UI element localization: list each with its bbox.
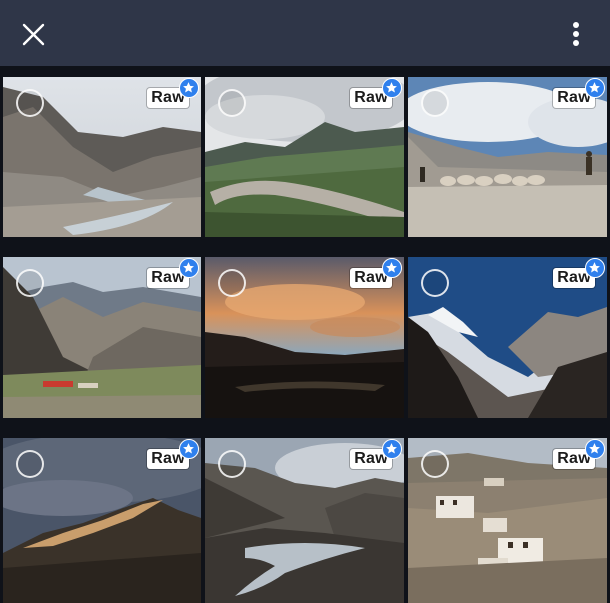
- photo-tile[interactable]: Raw: [408, 257, 607, 418]
- favorite-star-icon: [179, 78, 199, 98]
- select-circle[interactable]: [218, 269, 246, 297]
- favorite-star-icon: [382, 439, 402, 459]
- photo-gallery-screen: Raw Raw Raw Raw Raw Raw Raw Raw Raw: [0, 0, 610, 603]
- photo-tile[interactable]: Raw: [408, 77, 607, 237]
- select-circle[interactable]: [218, 450, 246, 478]
- select-circle[interactable]: [16, 269, 44, 297]
- close-icon: [22, 23, 45, 46]
- photo-tile[interactable]: Raw: [205, 438, 404, 603]
- select-circle[interactable]: [421, 450, 449, 478]
- photo-grid: Raw Raw Raw Raw Raw Raw Raw Raw Raw: [0, 66, 610, 603]
- favorite-star-icon: [585, 258, 605, 278]
- favorite-star-icon: [585, 439, 605, 459]
- more-options-button[interactable]: [560, 14, 594, 52]
- photo-tile[interactable]: Raw: [3, 257, 201, 418]
- photo-tile[interactable]: Raw: [408, 438, 607, 603]
- favorite-star-icon: [179, 258, 199, 278]
- photo-tile[interactable]: Raw: [205, 77, 404, 237]
- select-circle[interactable]: [218, 89, 246, 117]
- photo-tile[interactable]: Raw: [205, 257, 404, 418]
- favorite-star-icon: [382, 258, 402, 278]
- favorite-star-icon: [179, 439, 199, 459]
- top-app-bar: [0, 0, 610, 66]
- select-circle[interactable]: [421, 269, 449, 297]
- select-circle[interactable]: [16, 450, 44, 478]
- favorite-star-icon: [382, 78, 402, 98]
- favorite-star-icon: [585, 78, 605, 98]
- photo-tile[interactable]: Raw: [3, 77, 201, 237]
- close-button[interactable]: [14, 15, 52, 53]
- select-circle[interactable]: [421, 89, 449, 117]
- select-circle[interactable]: [16, 89, 44, 117]
- photo-tile[interactable]: Raw: [3, 438, 201, 603]
